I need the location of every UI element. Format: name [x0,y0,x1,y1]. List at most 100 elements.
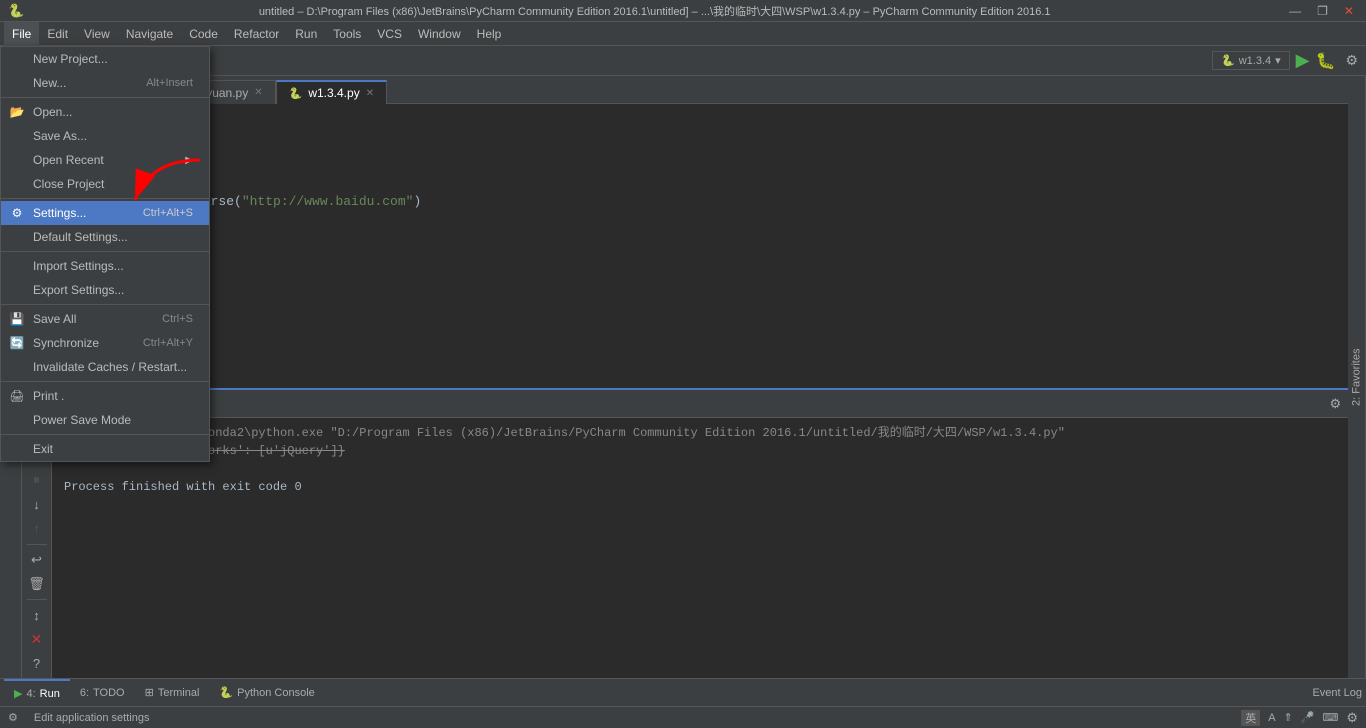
status-left-text[interactable]: Edit application settings [34,712,150,724]
run-btn-info[interactable]: ? [26,653,48,674]
status-caps: A [1268,712,1275,724]
minimize-button[interactable]: — [1285,4,1305,18]
code-line-2 [78,132,1340,152]
bottom-tab-terminal[interactable]: ⊞ Terminal [135,679,210,707]
separator-1 [1,97,209,98]
menu-code[interactable]: Code [181,22,226,46]
separator-6 [1,434,209,435]
menu-print[interactable]: 🖨 Print . [1,384,209,408]
tab-close-w134[interactable]: ✕ [366,88,374,99]
status-settings-icon[interactable]: ⚙ [1346,710,1358,726]
bottom-tab-todo[interactable]: 6: TODO [70,679,135,707]
open-icon: 📂 [7,105,27,119]
code-line-4 [78,172,1340,192]
status-bar: ⚙ Edit application settings 英 A ⇑ 🎤 ⌨ ⚙ [0,706,1366,728]
run-panel-settings-icon[interactable]: ⚙ [1329,396,1341,412]
menu-edit[interactable]: Edit [39,22,76,46]
menu-close-project[interactable]: Close Project [1,172,209,196]
menu-import-settings[interactable]: Import Settings... [1,254,209,278]
menu-new-project[interactable]: New Project... [1,47,209,71]
menu-power-save[interactable]: Power Save Mode [1,408,209,432]
debug-button[interactable]: 🐛 [1316,51,1336,71]
run-panel-body: ▶ ■ ⏸ ↓ ↑ ↩ 🗑 ↕ ✕ ? D:\Users\lenovo\Anac… [22,418,1366,678]
save-icon: 💾 [7,312,27,326]
status-right: 英 A ⇑ 🎤 ⌨ ⚙ [1241,710,1358,726]
menu-vcs[interactable]: VCS [369,22,410,46]
run-output-line-3 [64,460,1354,478]
separator-2 [1,198,209,199]
menu-tools[interactable]: Tools [325,22,369,46]
todo-tab-num: 6: [80,687,89,699]
menu-settings[interactable]: ⚙ Settings... Ctrl+Alt+S [1,201,209,225]
code-editor[interactable]: #coding:utf-8 import builtwith temp=buil… [62,104,1356,388]
bottom-tabs: ▶ 4: Run 6: TODO ⊞ Terminal 🐍 Python Con… [0,678,1366,706]
run-output-line-2: {u'javascript-frameworks': [u'jQuery']} [64,442,1354,460]
menu-synchronize[interactable]: 🔄 Synchronize Ctrl+Alt+Y [1,331,209,355]
run-btn-scroll[interactable]: ↕ [26,605,48,626]
event-log-label[interactable]: Event Log [1312,687,1362,699]
separator-4 [1,304,209,305]
separator-3 [1,251,209,252]
run-btn-pause[interactable]: ↓ [26,494,48,515]
status-mic: 🎤 [1301,711,1315,724]
menu-navigate[interactable]: Navigate [118,22,181,46]
editor-tabs: 🐍 daili.py ✕ 🐍 daili_bokeyuan.py ✕ 🐍 w1.… [22,76,1366,104]
code-line-3: import builtwith [78,152,1340,172]
menu-invalidate-caches[interactable]: Invalidate Caches / Restart... [1,355,209,379]
run-btn-filter[interactable]: ✕ [26,629,48,650]
code-line-6: print temp [78,212,1340,232]
run-output: D:\Users\lenovo\Anaconda2\python.exe "D:… [52,418,1366,678]
tab-label-w134: w1.3.4.py [308,86,359,100]
run-panel: ▶ Run w1.3.4 ⚙ ✕ ▶ ■ ⏸ ↓ ↑ ↩ [22,388,1366,678]
menu-new[interactable]: New... Alt+Insert [1,71,209,95]
maximize-button[interactable]: ❐ [1313,4,1332,18]
run-tab-label: Run [40,688,60,700]
toolbar-right: 🐍 w1.3.4 ▾ ▶ 🐛 ⚙ [1212,50,1358,71]
coverage-button[interactable]: ⚙ [1345,52,1358,69]
run-tab-icon: ▶ [14,687,22,700]
close-button[interactable]: ✕ [1340,4,1358,18]
sync-icon: 🔄 [7,336,27,350]
run-config-selector[interactable]: 🐍 w1.3.4 ▾ [1212,51,1290,70]
toolbar-sep-1 [27,544,47,545]
tab-w134[interactable]: 🐍 w1.3.4.py ✕ [276,80,387,104]
menu-export-settings[interactable]: Export Settings... [1,278,209,302]
run-btn-up[interactable]: ↑ [26,518,48,539]
run-button[interactable]: ▶ [1296,50,1310,71]
menu-refactor[interactable]: Refactor [226,22,287,46]
bottom-tab-run[interactable]: ▶ 4: Run [4,679,70,707]
tab-close-daili-bokeyuan[interactable]: ✕ [254,87,262,98]
todo-tab-label: TODO [93,687,125,699]
status-shift: ⇑ [1284,711,1293,724]
menu-window[interactable]: Window [410,22,469,46]
menu-exit[interactable]: Exit [1,437,209,461]
favorites-tab[interactable]: 2: Favorites [1348,76,1366,678]
separator-5 [1,381,209,382]
menu-run[interactable]: Run [287,22,325,46]
menu-view[interactable]: View [76,22,118,46]
run-btn-stop[interactable]: ⏸ [26,470,48,491]
menu-file[interactable]: File [4,22,39,46]
run-btn-wrap[interactable]: ↩ [26,549,48,570]
menu-default-settings[interactable]: Default Settings... [1,225,209,249]
menu-open-recent[interactable]: Open Recent ▶ [1,148,209,172]
title-bar: 🐍 untitled – D:\Program Files (x86)\JetB… [0,0,1366,22]
tab-icon-w134: 🐍 [289,87,303,100]
run-btn-clear[interactable]: 🗑 [26,573,48,594]
menu-save-as[interactable]: Save As... [1,124,209,148]
code-line-5: temp=builtwith.parse("http://www.baidu.c… [78,192,1340,212]
editor-run-container: 🐍 daili.py ✕ 🐍 daili_bokeyuan.py ✕ 🐍 w1.… [22,76,1366,678]
editor-content: 1 2 3 4 5 6 7 #coding:utf-8 import built… [22,104,1366,388]
terminal-tab-icon: ⊞ [145,686,154,699]
python-console-tab-label: Python Console [237,687,315,699]
bottom-tab-python-console[interactable]: 🐍 Python Console [209,679,324,707]
status-lang-en[interactable]: 英 [1241,710,1260,726]
menu-bar: File Edit View Navigate Code Refactor Ru… [0,22,1366,46]
menu-open[interactable]: 📂 Open... [1,100,209,124]
menu-save-all[interactable]: 💾 Save All Ctrl+S [1,307,209,331]
menu-help[interactable]: Help [469,22,510,46]
run-tab-num: 4: [26,688,35,700]
bottom-tabs-right: Event Log [1312,687,1362,699]
run-output-line-4: Process finished with exit code 0 [64,478,1354,496]
run-panel-header: ▶ Run w1.3.4 ⚙ ✕ [22,390,1366,418]
